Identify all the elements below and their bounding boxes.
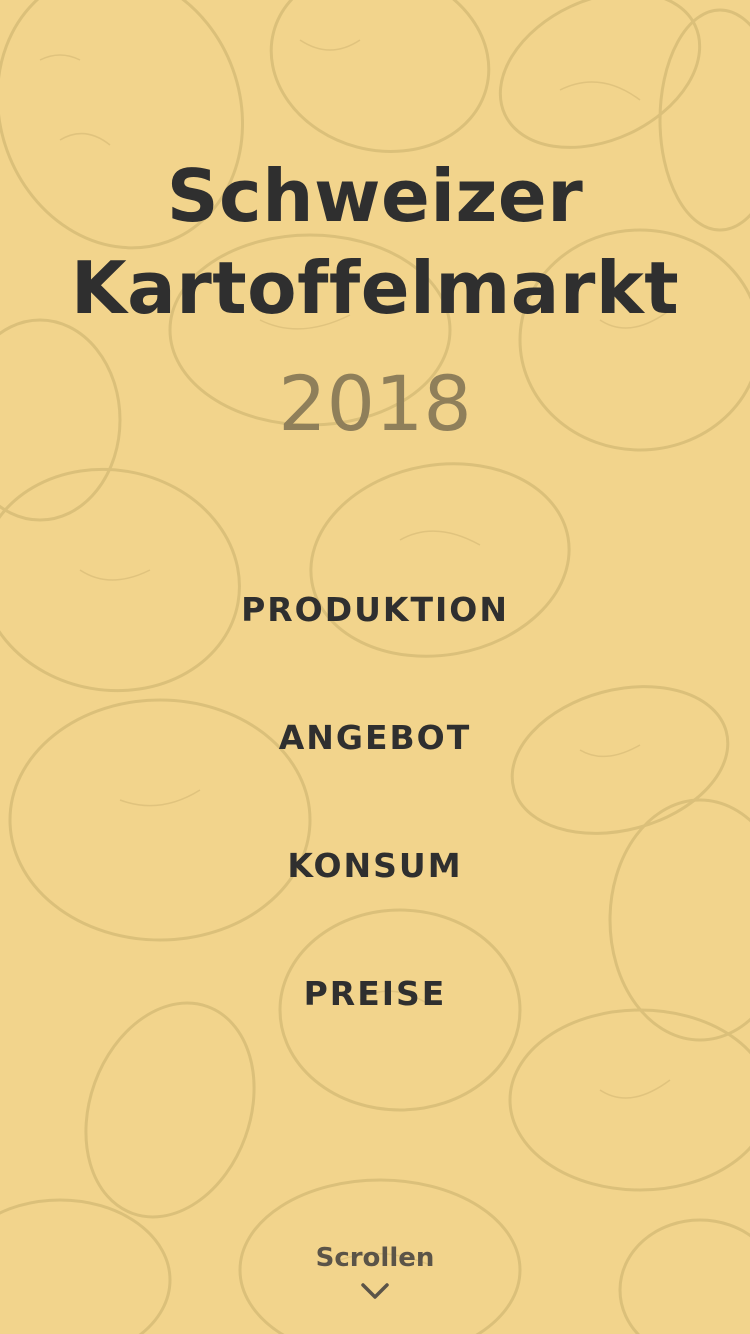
- nav-item-angebot: ANGEBOT: [0, 708, 750, 836]
- scroll-label: Scrollen: [315, 1243, 435, 1273]
- nav-link-produktion[interactable]: PRODUKTION: [241, 580, 509, 640]
- landing-page: Schweizer Kartoffelmarkt 2018 PRODUKTION…: [0, 0, 750, 1334]
- nav-item-preise: PREISE: [0, 964, 750, 1092]
- title-line-1: Schweizer: [166, 154, 584, 238]
- chevron-down-icon: [361, 1283, 389, 1299]
- section-navigation: PRODUKTION ANGEBOT KONSUM PREISE: [0, 580, 750, 1092]
- nav-link-preise[interactable]: PREISE: [304, 964, 447, 1024]
- page-title: Schweizer Kartoffelmarkt: [0, 150, 750, 334]
- nav-item-konsum: KONSUM: [0, 836, 750, 964]
- nav-item-produktion: PRODUKTION: [0, 580, 750, 708]
- title-line-2: Kartoffelmarkt: [70, 246, 680, 330]
- scroll-hint-button[interactable]: Scrollen: [0, 1238, 750, 1300]
- nav-link-angebot[interactable]: ANGEBOT: [279, 708, 472, 768]
- year-label: 2018: [278, 359, 472, 448]
- nav-link-konsum[interactable]: KONSUM: [287, 836, 462, 896]
